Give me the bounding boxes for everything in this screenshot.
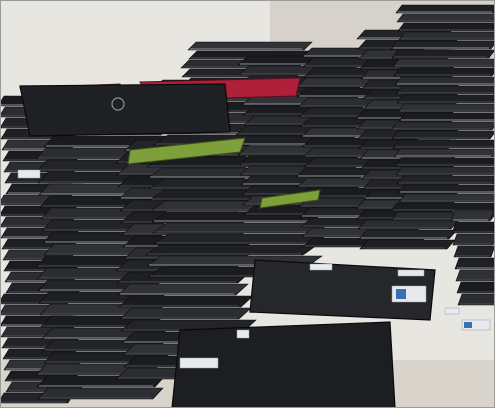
photo-scene (0, 0, 495, 408)
laptop-slab (456, 281, 495, 294)
laptop-slab (450, 209, 495, 222)
laptop-slab (454, 257, 495, 270)
laptop-sticker (179, 357, 219, 369)
laptop-slab (453, 245, 495, 258)
laptop-sticker (444, 307, 460, 315)
laptop-sticker (17, 169, 41, 179)
blue-sticker-mark (396, 289, 406, 299)
laptop-slab (451, 221, 495, 234)
laptop-slab (117, 283, 249, 296)
laptop-slab (119, 307, 252, 320)
laptop-slab (455, 269, 495, 282)
laptop-sticker (236, 329, 250, 339)
laptop-slab (457, 293, 495, 306)
laptop-slab (118, 295, 254, 308)
laptop-slab (452, 233, 495, 246)
laptop-sticker (309, 263, 333, 271)
laptop-stacks-photo (0, 0, 495, 408)
laptop-slab (37, 387, 164, 400)
laptop-sticker (397, 269, 425, 277)
blue-sticker-mark (464, 322, 472, 328)
top-laptop-lid (19, 83, 231, 137)
